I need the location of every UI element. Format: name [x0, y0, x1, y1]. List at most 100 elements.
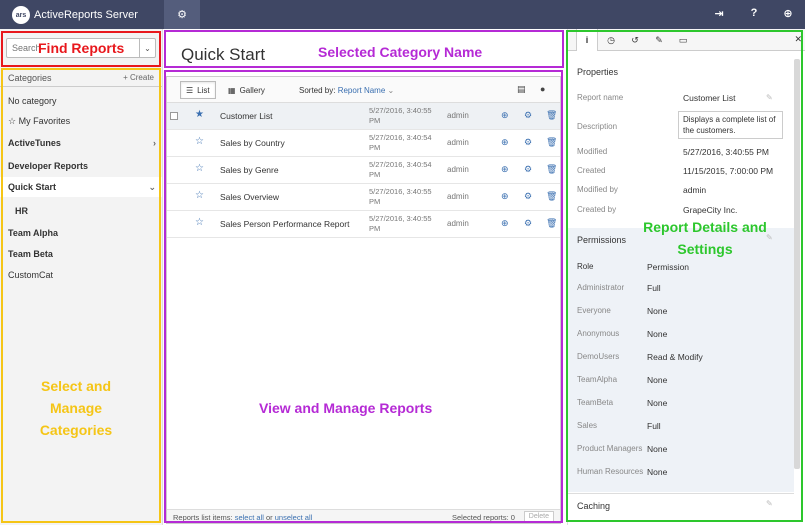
delete-trash-icon[interactable]: 🗑	[546, 191, 557, 202]
preview-icon[interactable]: ⊕	[501, 191, 509, 202]
chevron-down-icon: ⌄	[387, 86, 395, 95]
report-user: admin	[447, 165, 469, 174]
report-name[interactable]: Sales by Genre	[220, 165, 279, 175]
favorite-star-icon[interactable]: ★	[195, 109, 204, 120]
preview-icon[interactable]: ⊕	[501, 218, 509, 229]
modified-value: 5/27/2016, 3:40:55 PM	[683, 147, 770, 157]
report-user: admin	[447, 138, 469, 147]
modified-by-label: Modified by	[577, 185, 618, 194]
report-date: 5/27/2016, 3:40:55 PM	[369, 187, 432, 206]
favorite-star-icon[interactable]: ☆	[195, 163, 204, 174]
table-row[interactable]: ☆ Sales by Genre 5/27/2016, 3:40:54 PM a…	[167, 157, 560, 184]
category-item-selected[interactable]: Quick Start ⌄	[0, 177, 162, 197]
delete-trash-icon[interactable]: 🗑	[546, 137, 557, 148]
close-icon[interactable]: ✕	[794, 34, 802, 45]
category-item[interactable]: CustomCat	[0, 265, 162, 285]
unselect-all-link[interactable]: unselect all	[275, 513, 313, 522]
settings-gear-icon[interactable]: ⚙	[524, 137, 532, 148]
role-permission: Read & Modify	[647, 352, 703, 362]
categories-title: Categories	[8, 73, 52, 83]
category-item[interactable]: Team Alpha	[0, 223, 162, 243]
logout-icon[interactable]: ⇥	[711, 7, 727, 20]
role-permission: None	[647, 329, 668, 339]
app-logo[interactable]: ars ActiveReports Server	[12, 6, 138, 24]
table-row[interactable]: ☆ Sales Person Performance Report 5/27/2…	[167, 211, 560, 238]
delete-button[interactable]: Delete	[523, 511, 554, 522]
created-label: Created	[577, 166, 606, 175]
report-date: 5/27/2016, 3:40:55 PM	[369, 214, 432, 233]
delete-trash-icon[interactable]: 🗑	[546, 110, 557, 121]
create-category-button[interactable]: + Create	[123, 73, 154, 82]
details-scrollbar[interactable]	[794, 59, 800, 469]
row-checkbox[interactable]	[170, 112, 178, 120]
gallery-view-label: Gallery	[239, 85, 265, 95]
report-name[interactable]: Sales Person Performance Report	[220, 219, 349, 229]
favorite-star-icon[interactable]: ☆	[195, 136, 204, 147]
settings-gear-icon[interactable]: ⚙	[524, 164, 532, 175]
report-details-annotation: Report Details and Settings	[643, 219, 767, 257]
table-row[interactable]: ☆ Sales by Country 5/27/2016, 3:40:54 PM…	[167, 130, 560, 157]
role-name: Administrator	[577, 283, 625, 292]
history-tab-icon[interactable]: ◷	[600, 29, 622, 51]
category-item[interactable]: Team Beta	[0, 244, 162, 264]
info-icon[interactable]: ●	[540, 84, 545, 94]
delete-trash-icon[interactable]: 🗑	[546, 218, 557, 229]
gears-icon[interactable]: ⚙	[164, 0, 200, 29]
view-manage-reports-annotation: View and Manage Reports	[259, 400, 433, 416]
tools-tab-icon[interactable]: ✎	[648, 29, 670, 51]
role-name: Sales	[577, 421, 598, 430]
preview-icon[interactable]: ⊕	[501, 164, 509, 175]
revisions-tab-icon[interactable]: ↺	[624, 29, 646, 51]
report-user: admin	[447, 192, 469, 201]
delete-trash-icon[interactable]: 🗑	[546, 164, 557, 175]
category-item[interactable]: Developer Reports	[0, 156, 162, 176]
category-item-favorites[interactable]: ☆ My Favorites	[0, 111, 162, 131]
chevron-down-icon[interactable]: ⌄	[148, 182, 156, 193]
info-tab-icon[interactable]: i	[576, 29, 598, 51]
document-icon[interactable]: ▤	[517, 84, 526, 95]
folder-tab-icon[interactable]: ▭	[672, 29, 694, 51]
description-field[interactable]: Displays a complete list of the customer…	[678, 111, 783, 139]
favorite-star-icon[interactable]: ☆	[195, 217, 204, 228]
preview-icon[interactable]: ⊕	[501, 137, 509, 148]
list-view-button[interactable]: ☰ List	[180, 81, 216, 99]
chevron-right-icon[interactable]: ›	[153, 138, 156, 148]
globe-icon[interactable]: ⊕	[780, 7, 796, 20]
details-tabs: i ◷ ↺ ✎ ▭ ✕	[568, 29, 805, 51]
report-name[interactable]: Sales by Country	[220, 138, 285, 148]
report-name[interactable]: Sales Overview	[220, 192, 279, 202]
category-item[interactable]: No category	[0, 91, 162, 111]
chevron-down-icon[interactable]: ⌄	[139, 39, 155, 57]
logo-mark: ars	[12, 6, 30, 24]
items-label: Reports list items:	[173, 513, 233, 522]
table-row[interactable]: ☆ Sales Overview 5/27/2016, 3:40:55 PM a…	[167, 184, 560, 211]
favorite-star-icon[interactable]: ☆	[195, 190, 204, 201]
caching-section[interactable]: Caching ✎	[568, 493, 794, 517]
table-row[interactable]: ★ Customer List 5/27/2016, 3:40:55 PM ad…	[167, 103, 560, 130]
edit-icon[interactable]: ✎	[766, 499, 773, 508]
role-header: Role	[577, 262, 594, 271]
category-label: ActiveTunes	[8, 138, 61, 148]
permission-header: Permission	[647, 262, 690, 272]
help-icon[interactable]: ?	[746, 7, 762, 19]
modified-by-value: admin	[683, 185, 707, 195]
report-name[interactable]: Customer List	[220, 111, 272, 121]
details-panel: i ◷ ↺ ✎ ▭ ✕ Properties Report name Custo…	[567, 29, 805, 525]
select-all-link[interactable]: select all	[235, 513, 264, 522]
category-item[interactable]: ActiveTunes ›	[0, 133, 162, 153]
report-user: admin	[447, 219, 469, 228]
role-permission: None	[647, 306, 668, 316]
role-name: Everyone	[577, 306, 611, 315]
sort-selector[interactable]: Sorted by: Report Name ⌄	[299, 86, 394, 95]
list-view-label: List	[197, 85, 210, 95]
settings-gear-icon[interactable]: ⚙	[524, 191, 532, 202]
grid-icon: ▦	[228, 85, 236, 95]
edit-icon[interactable]: ✎	[766, 93, 773, 102]
category-item-child[interactable]: HR	[0, 201, 162, 221]
page-title: Quick Start	[181, 45, 266, 64]
permissions-title: Permissions	[577, 235, 627, 245]
settings-gear-icon[interactable]: ⚙	[524, 218, 532, 229]
preview-icon[interactable]: ⊕	[501, 110, 509, 121]
gallery-view-button[interactable]: ▦ Gallery	[222, 81, 271, 99]
settings-gear-icon[interactable]: ⚙	[524, 110, 532, 121]
